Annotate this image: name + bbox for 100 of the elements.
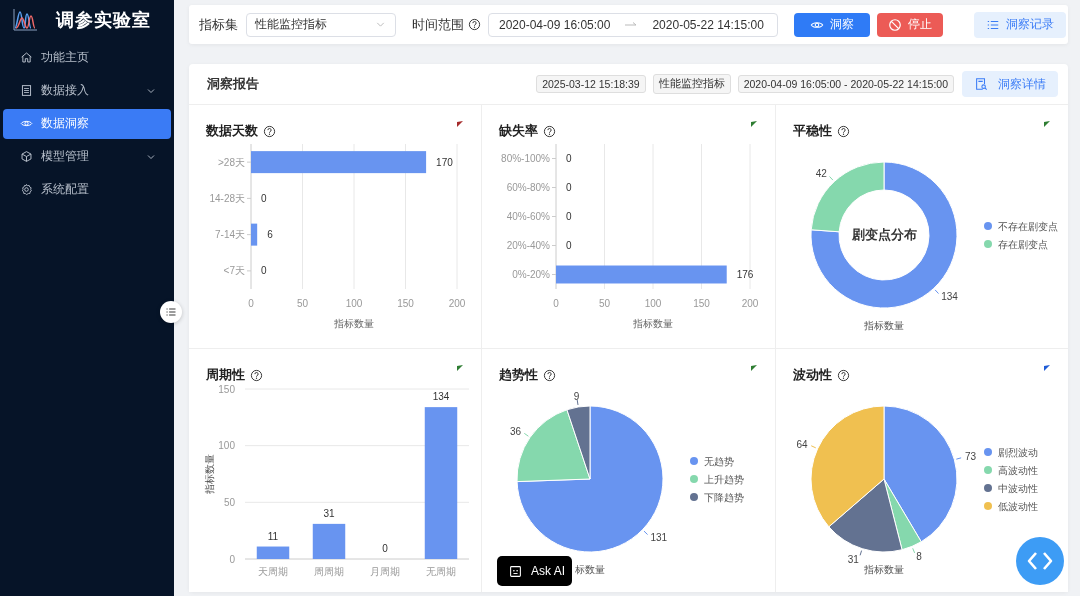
chart-title: 趋势性 (499, 366, 539, 384)
robot-icon (509, 564, 522, 578)
help-icon (250, 368, 263, 382)
date-range-field[interactable]: 2020-04-09 16:05:00 2020-05-22 14:15:00 (488, 12, 778, 37)
data-label: 0 (566, 153, 572, 164)
axis-title: 指标数量 (633, 318, 674, 329)
collapse-handle[interactable] (160, 301, 182, 323)
category-label: 40%-60% (506, 211, 551, 222)
ban-icon (888, 17, 902, 32)
axis-title: 指标数量 (204, 454, 215, 494)
axis-title: 指标数量 (863, 320, 904, 331)
field-label: 时间范围 (412, 15, 464, 34)
data-label: 131 (650, 531, 668, 543)
chart-title: 平稳性 (792, 122, 832, 140)
tick-label: 50 (296, 298, 309, 309)
data-label: 8 (915, 551, 922, 563)
category-label: 14-28天 (209, 192, 245, 204)
leader-line (911, 547, 915, 554)
primary-button[interactable]: 洞察 (794, 12, 870, 37)
data-label: 31 (323, 507, 335, 519)
leader-line (577, 399, 579, 406)
axis-title: 指标数量 (334, 318, 374, 329)
legend-label: 中波动性 (997, 482, 1038, 494)
help-icon (543, 368, 557, 382)
help-icon (543, 124, 557, 138)
tag: 2025-03-12 15:18:39 (536, 75, 646, 93)
leader-line (828, 175, 834, 181)
tick-label: 150 (397, 298, 414, 309)
data-label: 42 (815, 168, 827, 179)
data-label: 134 (432, 391, 450, 403)
select-field[interactable]: 性能监控指标 (246, 12, 396, 37)
category-label: >28天 (218, 156, 245, 168)
tick-label: 200 (742, 298, 759, 309)
center-label: 剧变点分布 (851, 228, 917, 242)
tick-label: 100 (218, 440, 235, 452)
legend-label: 下降趋势 (704, 491, 745, 503)
data-label: 0 (382, 543, 388, 554)
data-label: 64 (796, 438, 808, 450)
category-label: 60%-80% (506, 182, 551, 193)
document-search-icon (974, 77, 988, 91)
help-icon (468, 18, 481, 31)
home-icon (20, 51, 33, 64)
leader-line (643, 530, 649, 536)
help-icon (836, 368, 850, 382)
code-icon (1027, 551, 1053, 571)
data-label: 0 (566, 182, 572, 193)
legend-label: 高波动性 (997, 464, 1038, 476)
menu-item[interactable]: 数据洞察 (3, 108, 171, 139)
report-title: 洞察报告 (207, 75, 259, 93)
tick-label: 100 (345, 298, 363, 309)
detail-button[interactable]: 洞察详情 (962, 71, 1058, 97)
data-label: 170 (436, 156, 453, 168)
tick-label: 0 (248, 298, 254, 309)
help-icon (836, 124, 850, 138)
data-label: 9 (574, 390, 580, 402)
category-label: 周周期 (314, 566, 344, 577)
legend-label: 存在剧变点 (997, 238, 1048, 250)
menu-item[interactable]: 系统配置 (3, 174, 171, 205)
history-button[interactable]: 洞察记录 (974, 11, 1066, 38)
category-label: 天周期 (258, 566, 288, 577)
ask-ai-button[interactable]: Ask AI (497, 556, 572, 586)
legend-label: 低波动性 (997, 500, 1038, 512)
data-label: 36 (510, 425, 522, 437)
legend-label: 剧烈波动 (997, 446, 1038, 458)
app-title: 调参实验室 (56, 9, 151, 32)
arrow-icon (624, 20, 639, 29)
chart-title: 周期性 (206, 366, 245, 384)
legend-label: 不存在剧变点 (997, 220, 1058, 232)
cube-icon (20, 150, 33, 163)
field-label: 指标集 (199, 15, 238, 34)
chart-title: 数据天数 (206, 122, 258, 140)
menu-item[interactable]: 数据接入 (3, 75, 171, 106)
tick-label: 50 (599, 298, 611, 309)
data-label: 31 (847, 553, 859, 565)
leader-line (810, 445, 816, 449)
category-label: 80%-100% (501, 153, 551, 164)
legend-label: 上升趋势 (704, 473, 745, 485)
category-label: 月周期 (370, 566, 400, 577)
menu-item[interactable]: 模型管理 (3, 141, 171, 172)
leader-line (955, 457, 962, 460)
leader-line (934, 289, 939, 295)
category-label: 无周期 (426, 566, 456, 577)
data-label: 11 (267, 530, 279, 542)
menu-item[interactable]: 功能主页 (3, 42, 171, 73)
data-label: 73 (964, 451, 976, 463)
data-label: 0 (261, 265, 267, 277)
list-icon (165, 306, 177, 318)
tag: 性能监控指标 (652, 74, 731, 94)
axis-title: 标数量 (575, 564, 606, 575)
data-label: 0 (566, 240, 572, 251)
document-icon (20, 84, 33, 97)
category-label: 0%-20% (512, 269, 551, 280)
tick-label: 0 (553, 298, 560, 309)
leader-line (859, 550, 862, 556)
tag: 2020-04-09 16:05:00 - 2020-05-22 14:15:00 (737, 75, 954, 93)
tick-label: 150 (218, 385, 235, 395)
data-label: 176 (737, 269, 754, 280)
category-label: <7天 (223, 265, 245, 277)
chart-title: 缺失率 (499, 122, 539, 140)
tick-label: 100 (645, 298, 662, 309)
